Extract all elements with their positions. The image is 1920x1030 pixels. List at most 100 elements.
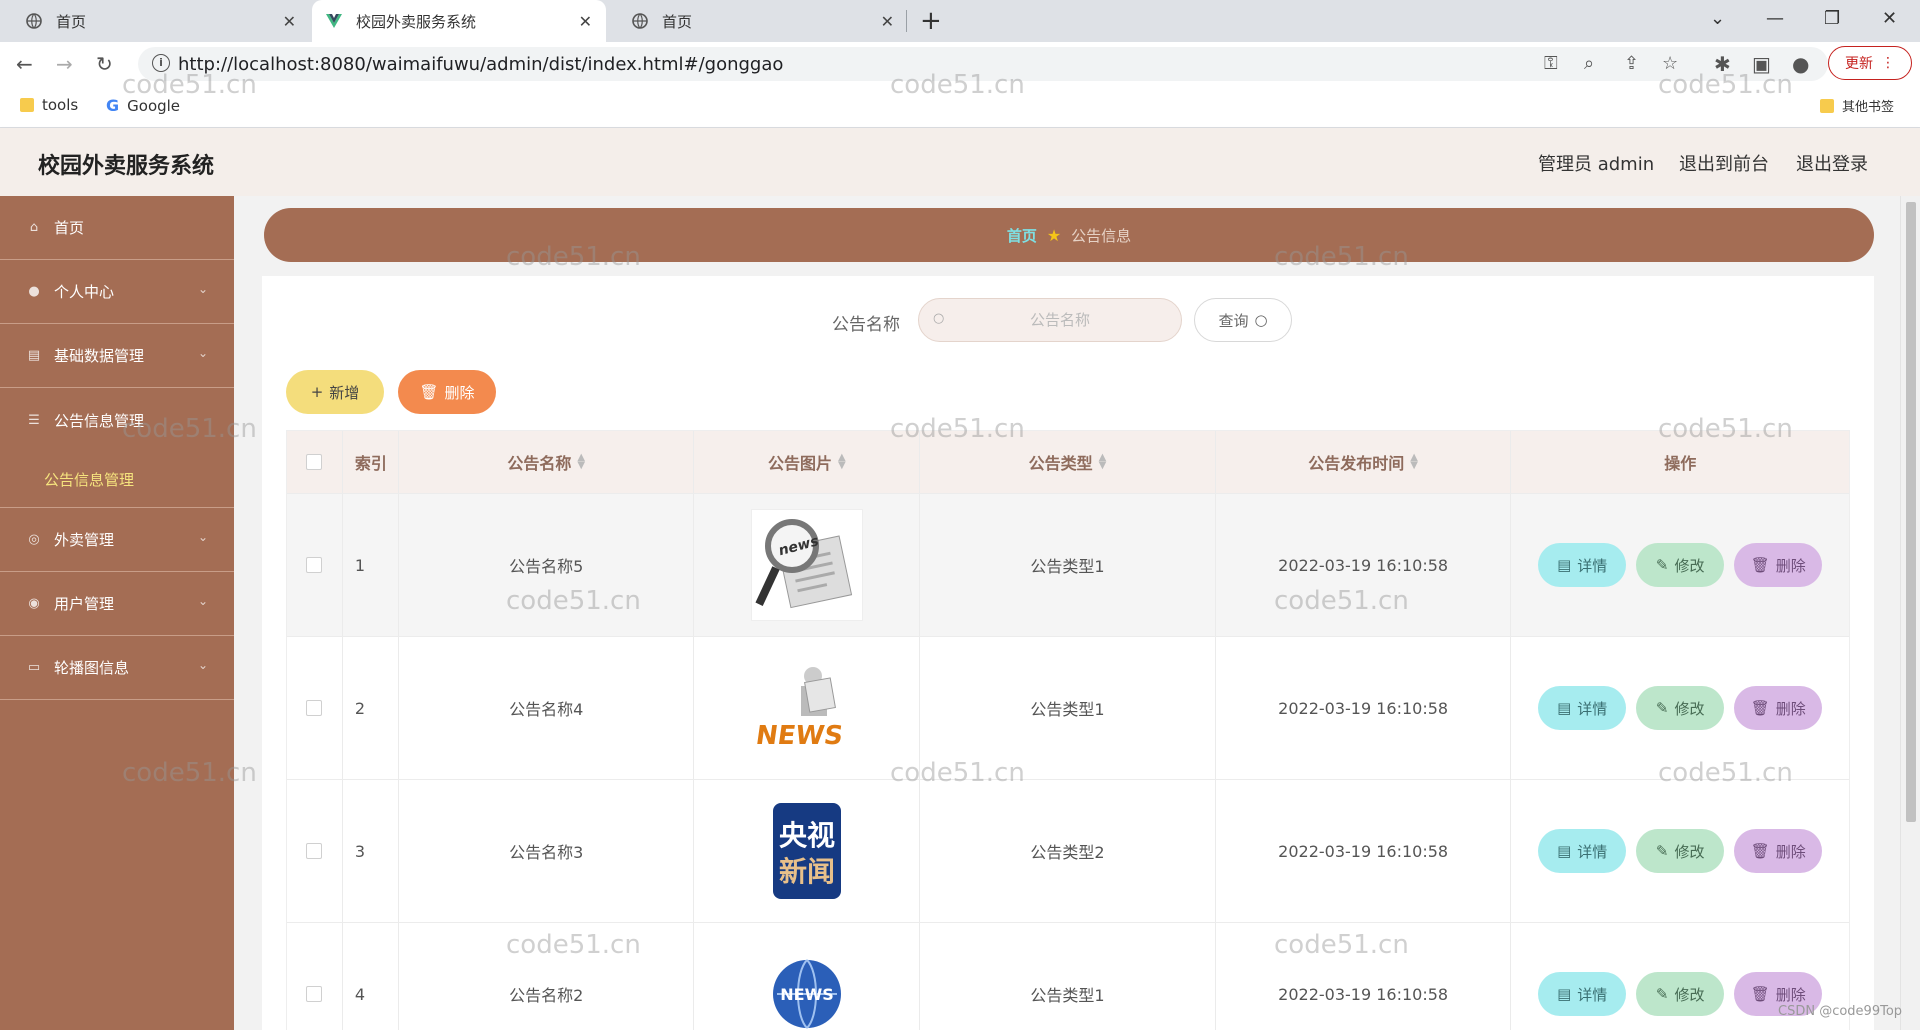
tab-label: 首页 <box>56 12 87 31</box>
window-close-icon[interactable]: ✕ <box>1882 8 1897 29</box>
site-info-icon[interactable]: i <box>152 54 170 72</box>
edit-button[interactable]: ✎ 修改 <box>1636 972 1725 1016</box>
row-checkbox[interactable] <box>306 986 323 1002</box>
back-to-front-link[interactable]: 退出到前台 <box>1679 150 1769 176</box>
main-area: 首页 ★ 公告信息 公告名称 ○ 查询 ○ + 新增 🗑 删除 索引 公告名称 ▲… <box>234 196 1900 1030</box>
column-header-name[interactable]: 公告名称 ▲ ▼ <box>399 431 695 493</box>
minimize-icon[interactable]: — <box>1766 8 1784 29</box>
edit-label: 修改 <box>1674 556 1705 575</box>
share-icon[interactable]: ⇪ <box>1624 53 1639 74</box>
search-field[interactable]: ○ <box>918 298 1182 342</box>
row-checkbox[interactable] <box>306 557 323 573</box>
detail-button[interactable]: ▤ 详情 <box>1538 543 1627 587</box>
sidebar-item-takeout[interactable]: ◎ 外卖管理 ⌄ <box>0 508 234 572</box>
extensions-icon[interactable]: ✱ <box>1714 52 1731 76</box>
bulk-delete-button[interactable]: 🗑 删除 <box>398 370 496 414</box>
bookmark-google[interactable]: G Google <box>106 96 180 115</box>
sort-icon[interactable]: ▲ ▼ <box>577 453 585 471</box>
page-scrollbar[interactable] <box>1900 196 1920 1030</box>
other-bookmarks[interactable]: 其他书签 <box>1820 96 1894 115</box>
sidebar-item-carousel[interactable]: ▭ 轮播图信息 ⌄ <box>0 636 234 700</box>
address-bar: ← → ↻ i http://localhost:8080/waimaifuwu… <box>0 42 1920 86</box>
tab-label: 首页 <box>662 12 693 31</box>
zoom-icon[interactable]: ⌕ <box>1584 53 1594 74</box>
key-icon[interactable]: ⚿ <box>1544 53 1558 74</box>
select-all-checkbox[interactable] <box>306 454 323 470</box>
actions-cell: ▤ 详情 ✎ 修改 🗑 删除 <box>1511 494 1849 636</box>
bookmark-tools[interactable]: tools <box>20 96 78 114</box>
pencil-icon: ✎ <box>1655 842 1669 860</box>
logout-link[interactable]: 退出登录 <box>1796 150 1868 176</box>
sidebar-item-personal[interactable]: ● 个人中心 ⌄ <box>0 260 234 324</box>
column-header-time[interactable]: 公告发布时间 ▲ ▼ <box>1216 431 1512 493</box>
browser-tab-1[interactable]: 首页 ✕ <box>0 0 310 42</box>
detail-button[interactable]: ▤ 详情 <box>1538 829 1627 873</box>
query-button[interactable]: 查询 ○ <box>1194 298 1292 342</box>
restore-icon[interactable]: ❐ <box>1824 8 1840 29</box>
close-icon[interactable]: ✕ <box>881 12 894 31</box>
sidebar-item-label: 用户管理 <box>54 595 115 613</box>
column-label: 公告名称 <box>507 454 572 473</box>
breadcrumb-current: 公告信息 <box>1071 226 1132 245</box>
browser-tab-3[interactable]: 首页 ✕ <box>606 0 908 42</box>
time-cell: 2022-03-19 16:10:58 <box>1216 780 1512 922</box>
sidebar-item-home[interactable]: ⌂ 首页 <box>0 196 234 260</box>
chevron-down-icon: ⌄ <box>197 594 208 608</box>
browser-tab-2[interactable]: 校园外卖服务系统 ✕ <box>312 0 606 42</box>
document-icon: ▤ <box>1557 699 1572 717</box>
reload-icon[interactable]: ↻ <box>96 52 113 76</box>
edit-button[interactable]: ✎ 修改 <box>1636 686 1725 730</box>
url-text[interactable]: http://localhost:8080/waimaifuwu/admin/d… <box>178 54 783 75</box>
bookmark-star-icon[interactable]: ☆ <box>1662 53 1678 74</box>
close-icon[interactable]: ✕ <box>283 12 296 31</box>
sidebar: ⌂ 首页 ● 个人中心 ⌄ ▤ 基础数据管理 ⌄ ☰ 公告信息管理 公告信息管理… <box>0 196 234 1030</box>
column-header-type[interactable]: 公告类型 ▲ ▼ <box>920 431 1216 493</box>
column-header-index: 索引 <box>343 431 399 493</box>
back-icon[interactable]: ← <box>16 52 33 76</box>
chevron-down-icon[interactable]: ⌄ <box>1710 8 1725 29</box>
image-text: 央视 <box>779 819 835 852</box>
new-tab-icon[interactable]: + <box>920 6 942 36</box>
sort-icon[interactable]: ▲ ▼ <box>838 453 846 471</box>
tab-label: 校园外卖服务系统 <box>356 12 477 31</box>
detail-button[interactable]: ▤ 详情 <box>1538 972 1627 1016</box>
magnifier-news-image[interactable]: news <box>750 509 863 621</box>
row-checkbox[interactable] <box>306 843 323 859</box>
bookmark-label: Google <box>127 96 181 115</box>
remove-label: 删除 <box>1775 842 1806 861</box>
detail-label: 详情 <box>1577 699 1608 718</box>
breadcrumb-home[interactable]: 首页 <box>1007 225 1037 246</box>
sort-icon[interactable]: ▲ ▼ <box>1099 453 1107 471</box>
detail-label: 详情 <box>1577 842 1608 861</box>
row-delete-button[interactable]: 🗑 删除 <box>1734 686 1823 730</box>
row-checkbox[interactable] <box>306 700 323 716</box>
edit-button[interactable]: ✎ 修改 <box>1636 543 1725 587</box>
edit-button[interactable]: ✎ 修改 <box>1636 829 1725 873</box>
sidebar-item-users[interactable]: ◉ 用户管理 ⌄ <box>0 572 234 636</box>
profile-icon[interactable]: ● <box>1792 52 1809 76</box>
search-input[interactable] <box>955 307 1165 333</box>
clipboard-icon: ▤ <box>27 348 41 363</box>
update-button[interactable]: 更新 ⋮ <box>1828 46 1912 80</box>
trash-icon: 🗑 <box>1750 842 1770 860</box>
cctv-news-image[interactable]: 央视 新闻 <box>751 795 863 907</box>
forward-icon[interactable]: → <box>56 52 73 76</box>
globe-news-image[interactable]: NEWS <box>751 938 863 1030</box>
add-button[interactable]: + 新增 <box>286 370 384 414</box>
side-panel-icon[interactable]: ▣ <box>1752 52 1771 76</box>
column-header-image[interactable]: 公告图片 ▲ ▼ <box>694 431 921 493</box>
sort-icon[interactable]: ▲ ▼ <box>1410 453 1418 471</box>
sidebar-item-notice[interactable]: ☰ 公告信息管理 <box>0 388 234 452</box>
row-delete-button[interactable]: 🗑 删除 <box>1734 829 1823 873</box>
detail-button[interactable]: ▤ 详情 <box>1538 686 1627 730</box>
row-delete-button[interactable]: 🗑 删除 <box>1734 543 1823 587</box>
omnibox[interactable]: i http://localhost:8080/waimaifuwu/admin… <box>138 47 1828 81</box>
news-reader-image[interactable]: NEWS <box>751 652 863 764</box>
close-icon[interactable]: ✕ <box>579 12 592 31</box>
name-cell: 公告名称3 <box>399 780 695 922</box>
column-label: 公告发布时间 <box>1308 454 1405 473</box>
scroll-thumb[interactable] <box>1906 202 1916 822</box>
sidebar-subitem-notice[interactable]: 公告信息管理 <box>0 452 234 508</box>
sidebar-item-basedata[interactable]: ▤ 基础数据管理 ⌄ <box>0 324 234 388</box>
sidebar-item-label: 基础数据管理 <box>54 347 145 365</box>
